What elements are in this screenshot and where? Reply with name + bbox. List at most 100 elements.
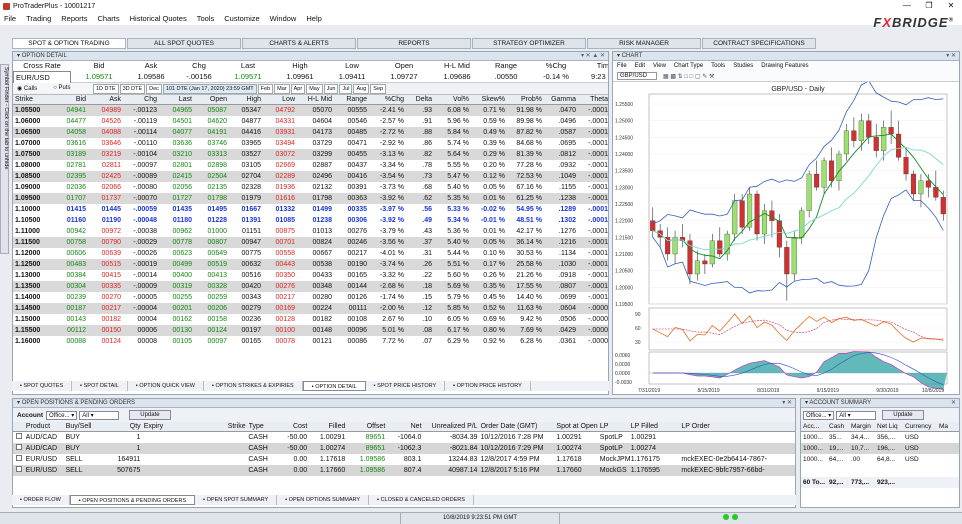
option-chain-row[interactable]: 1.08500 02395 02425 -.00089 02415 02504 02704 0…	[13, 171, 608, 182]
option-chain-row[interactable]: 1.11500 00758 00790 -.00029 00778 00807 00947 0…	[13, 237, 608, 248]
expiry-tab[interactable]: Jul	[339, 83, 353, 94]
calls-radio[interactable]: ◉ Calls	[17, 85, 45, 92]
positions-bottom-tab[interactable]: ▪ OPEN POSITIONS & PENDING ORDERS	[69, 495, 196, 505]
option-chain-row[interactable]: 1.14000 00239 00270 -.00005 00255 00259 00343 0…	[13, 292, 608, 303]
menu-customize[interactable]: Customize	[224, 14, 259, 23]
positions-row[interactable]: EUR/USD SELL 164911 CASH 0.00 1.17618 1.09586 8…	[13, 454, 795, 465]
account-summary-row[interactable]: 1000... 19,... 10,7... 196,... USD	[801, 443, 959, 454]
account-summary-row[interactable]: 1000... 64,... .00 64,8... USD	[801, 454, 959, 465]
expiry-tab[interactable]: Jun	[323, 83, 339, 94]
expiry-tab[interactable]: Apr	[290, 83, 306, 94]
row-checkbox[interactable]	[13, 454, 26, 465]
chart-tool-icons[interactable]: ▦ ▩ ⇅ □ □ ▢ ✎ ⚒	[663, 73, 714, 80]
option-bottom-tab[interactable]: ▪ OPTION DETAIL	[302, 381, 366, 391]
chart-menu-studies[interactable]: Studies	[733, 63, 753, 69]
expiry-tab[interactable]: May	[306, 83, 323, 94]
tab-risk-manager[interactable]: RISK MANAGER	[587, 38, 701, 49]
option-chain-row[interactable]: 1.06000 04477 04526 -.00119 04501 04620 04877 0…	[13, 116, 608, 127]
expiry-tab[interactable]: Mar	[274, 83, 290, 94]
price-chart[interactable]: GBP/USD - Daily 1.25500 1.25000 1.24500 1.24…	[613, 82, 959, 394]
chart-menu-drawing[interactable]: Drawing Features	[761, 63, 808, 69]
option-chain-row[interactable]: 1.11000 00942 00972 -.00038 00962 01000 01151 0…	[13, 226, 608, 237]
row-checkbox[interactable]	[13, 465, 26, 476]
chart-menu-chart-type[interactable]: Chart Type	[674, 63, 703, 69]
chart-symbol-select[interactable]: GBP/USD	[617, 72, 657, 80]
chart-menu-tools[interactable]: Tools	[711, 63, 725, 69]
chart-panel-controls-icon[interactable]: ▾ ✕	[946, 52, 956, 60]
restore-icon[interactable]: ❐	[918, 0, 940, 12]
account-summary-row[interactable]: 1000... 35... 34,4... 356,... USD	[801, 432, 959, 443]
option-chain-row[interactable]: 1.06500 04058 04088 -.00114 04077 04191 04416 0…	[13, 127, 608, 138]
option-chain-row[interactable]: 1.13500 00304 00335 -.00009 00319 00328 00420 0…	[13, 281, 608, 292]
positions-bottom-tab[interactable]: ▪ CLOSED & CANCELED ORDERS	[369, 495, 474, 505]
option-chain-row[interactable]: 1.10500 01160 01190 -.00048 01180 01228 01391 0…	[13, 215, 608, 226]
chart-menu-edit[interactable]: Edit	[635, 63, 645, 69]
option-chain-row[interactable]: 1.15000 00143 00182 00004 00162 00158 00236 001…	[13, 314, 608, 325]
expiry-tab[interactable]: Feb	[257, 83, 274, 94]
tab-contract-specifications[interactable]: CONTRACT SPECIFICATIONS	[702, 38, 816, 49]
summary-account-select[interactable]: Office... ▾	[803, 410, 835, 420]
expiry-tab[interactable]: 1D DTE	[93, 83, 119, 94]
tab-spot-option-trading[interactable]: SPOT & OPTION TRADING	[12, 38, 126, 49]
option-bottom-tab[interactable]: ▪ OPTION PRICE HISTORY	[445, 381, 531, 391]
menu-trading[interactable]: Trading	[26, 14, 51, 23]
account-select[interactable]: Office... ▾	[46, 410, 78, 420]
positions-filter-select[interactable]: All ▾	[79, 410, 120, 420]
chart-menu-file[interactable]: File	[617, 63, 627, 69]
expiry-tab[interactable]: 3D DTE	[119, 83, 146, 94]
option-chain-row[interactable]: 1.12500 00483 00515 -.00019 00499 00519 00632 0…	[13, 259, 608, 270]
option-chain-row[interactable]: 1.10000 01415 01445 -.00059 01435 01495 01667 0…	[13, 204, 608, 215]
option-chain-row[interactable]: 1.16000 00088 00124 00008 00105 00097 00165 000…	[13, 336, 608, 347]
option-chain-row[interactable]: 1.08000 02781 02811 -.00097 02801 02898 03105 0…	[13, 160, 608, 171]
tab-all-spot-quotes[interactable]: ALL SPOT QUOTES	[127, 38, 241, 49]
menu-window[interactable]: Window	[270, 14, 297, 23]
chart-menu-view[interactable]: View	[653, 63, 666, 69]
panel-controls-icon[interactable]: ▾ ✕ ▲ ✕	[581, 52, 605, 60]
positions-row[interactable]: EUR/USD SELL 507675 CASH 0.00 1.17660 1.09586 8…	[13, 465, 795, 476]
row-checkbox[interactable]	[13, 432, 26, 443]
tab-strategy-optimizer[interactable]: STRATEGY OPTIMIZER	[472, 38, 586, 49]
tab-reports[interactable]: REPORTS	[357, 38, 471, 49]
option-bottom-tab[interactable]: ▪ SPOT PRICE HISTORY	[366, 381, 446, 391]
expiry-tab[interactable]: Aug	[353, 83, 370, 94]
minimize-icon[interactable]: —	[896, 0, 918, 12]
option-bottom-tab[interactable]: ▪ SPOT DETAIL	[72, 381, 128, 391]
row-checkbox[interactable]	[13, 443, 26, 454]
option-bottom-tab[interactable]: ▪ SPOT QUOTES	[12, 381, 73, 391]
option-chain-row[interactable]: 1.07500 03189 03219 -.00104 03210 03313 03527 0…	[13, 149, 608, 160]
menu-reports[interactable]: Reports	[61, 14, 87, 23]
option-chain-row[interactable]: 1.12000 00606 00639 -.00026 00623 00649 00775 0…	[13, 248, 608, 259]
expiry-tab[interactable]: Dec	[146, 83, 162, 94]
option-chain-row[interactable]: 1.14500 00187 00217 -.00004 00201 00206 00279 0…	[13, 303, 608, 314]
account-cell: 34,4...	[851, 434, 870, 441]
option-chain-row[interactable]: 1.13000 00384 00415 -.00014 00400 00413 00516 0…	[13, 270, 608, 281]
summary-update-button[interactable]: Update	[882, 410, 924, 420]
option-chain-row[interactable]: 1.05500 04941 04989 -.00123 04965 05087 05347 0…	[13, 105, 608, 116]
menu-tools[interactable]: Tools	[197, 14, 215, 23]
positions-row[interactable]: AUD/CAD BUY 1 CASH -50.00 1.00291 89651 -1064.0…	[13, 432, 795, 443]
tab-charts-alerts[interactable]: CHARTS & ALERTS	[242, 38, 356, 49]
summary-filter-select[interactable]: All ▾	[836, 410, 877, 420]
positions-update-button[interactable]: Update	[129, 410, 171, 420]
menu-historical-quotes[interactable]: Historical Quotes	[130, 14, 187, 23]
positions-row[interactable]: AUD/CAD BUY 1 CASH -50.00 1.00274 89651 -1062.3…	[13, 443, 795, 454]
menu-charts[interactable]: Charts	[98, 14, 120, 23]
positions-panel-controls-icon[interactable]: ▾ ✕	[782, 399, 792, 407]
expiry-tab[interactable]: 101 DTE (Jan 17, 2020) 23:59 GMT	[162, 83, 257, 94]
positions-bottom-tab[interactable]: ▪ OPEN SPOT SUMMARY	[195, 495, 278, 505]
option-chain-row[interactable]: 1.09500 01707 01737 -.00070 01727 01798 01979 0…	[13, 193, 608, 204]
menu-help[interactable]: Help	[306, 14, 321, 23]
positions-bottom-tab[interactable]: ▪ ORDER FLOW	[12, 495, 70, 505]
menu-file[interactable]: File	[4, 14, 16, 23]
expiry-tab[interactable]: Sep	[370, 83, 387, 94]
option-chain-row[interactable]: 1.15500 00112 00150 00006 00130 00124 00197 001…	[13, 325, 608, 336]
option-bottom-tab[interactable]: ▪ OPTION QUICK VIEW	[128, 381, 204, 391]
positions-bottom-tab[interactable]: ▪ OPEN OPTIONS SUMMARY	[277, 495, 370, 505]
puts-radio[interactable]: ○ Puts	[53, 85, 78, 91]
option-bottom-tab[interactable]: ▪ OPTION STRIKES & EXPIRIES	[204, 381, 303, 391]
account-summary-controls-icon[interactable]: ✕	[951, 399, 956, 407]
option-chain-row[interactable]: 1.09000 02036 02066 -.00080 02056 02135 02328 0…	[13, 182, 608, 193]
option-chain-row[interactable]: 1.07000 03616 03646 -.00110 03636 03746 03965 0…	[13, 138, 608, 149]
symbol-finder-tab[interactable]: Symbol Finder - Click on the tab to unhi…	[0, 64, 9, 254]
close-icon[interactable]: ✕	[940, 0, 962, 12]
